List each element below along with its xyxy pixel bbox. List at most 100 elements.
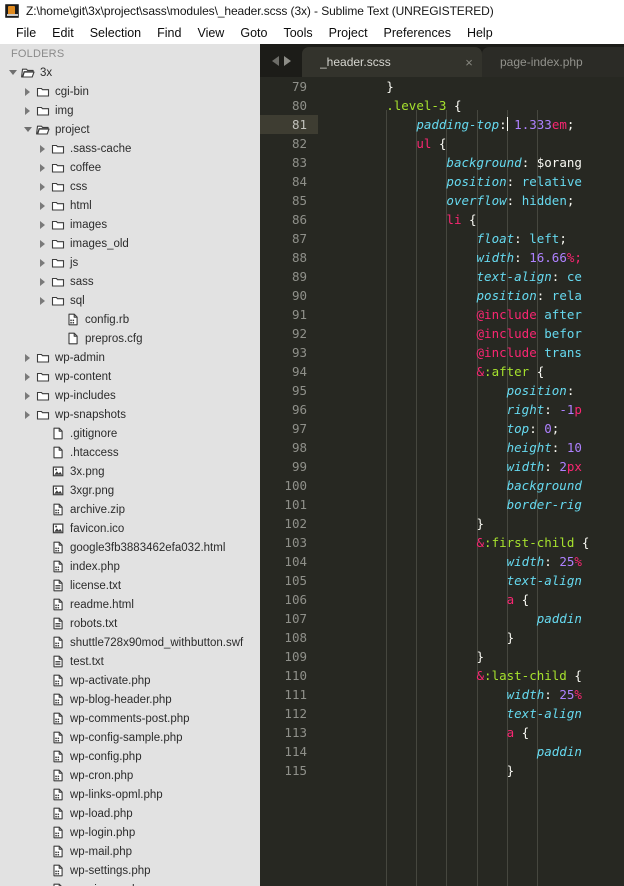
code-text[interactable]: @include befor — [318, 324, 624, 343]
code-line[interactable]: 86 li { — [260, 210, 624, 229]
code-text[interactable]: .level-3 { — [318, 96, 624, 115]
folder-row[interactable]: html — [0, 196, 260, 215]
code-text[interactable]: &:first-child { — [318, 533, 624, 552]
code-line[interactable]: 103 &:first-child { — [260, 533, 624, 552]
folder-row[interactable]: sql — [0, 291, 260, 310]
file-row[interactable]: archive.zip — [0, 500, 260, 519]
code-text[interactable]: ul { — [318, 134, 624, 153]
file-row[interactable]: wp-signup.php — [0, 880, 260, 886]
menu-item-file[interactable]: File — [8, 24, 44, 43]
code-text[interactable]: overflow: hidden; — [318, 191, 624, 210]
folder-row[interactable]: wp-snapshots — [0, 405, 260, 424]
code-line[interactable]: 107 paddin — [260, 609, 624, 628]
folder-row[interactable]: wp-content — [0, 367, 260, 386]
file-row[interactable]: 3x.png — [0, 462, 260, 481]
code-line[interactable]: 100 background — [260, 476, 624, 495]
code-text[interactable]: @include after — [318, 305, 624, 324]
code-text[interactable]: text-align: ce — [318, 267, 624, 286]
code-text[interactable]: height: 10 — [318, 438, 624, 457]
folder-row[interactable]: css — [0, 177, 260, 196]
chevron-right-icon[interactable] — [36, 221, 49, 229]
chevron-right-icon[interactable] — [36, 164, 49, 172]
code-text[interactable]: position: rela — [318, 286, 624, 305]
code-line[interactable]: 90 position: rela — [260, 286, 624, 305]
file-row[interactable]: wp-cron.php — [0, 766, 260, 785]
chevron-right-icon[interactable] — [36, 240, 49, 248]
code-text[interactable]: @include trans — [318, 343, 624, 362]
menu-item-view[interactable]: View — [189, 24, 232, 43]
file-row[interactable]: wp-config.php — [0, 747, 260, 766]
code-line[interactable]: 89 text-align: ce — [260, 267, 624, 286]
folder-row[interactable]: js — [0, 253, 260, 272]
code-text[interactable]: width: 2px — [318, 457, 624, 476]
code-line[interactable]: 115 } — [260, 761, 624, 780]
code-text[interactable]: width: 25% — [318, 552, 624, 571]
code-editor-area[interactable]: 79 } 80 .level-3 {81 padding-top: 1.333em… — [260, 77, 624, 886]
chevron-down-icon[interactable] — [21, 127, 34, 132]
tab-strip[interactable]: _header.scss ×page-index.php× — [302, 47, 624, 77]
code-text[interactable]: } — [318, 647, 624, 666]
code-text[interactable]: width: 16.66%; — [318, 248, 624, 267]
code-text[interactable]: right: -1p — [318, 400, 624, 419]
code-line[interactable]: 114 paddin — [260, 742, 624, 761]
folder-row[interactable]: wp-includes — [0, 386, 260, 405]
code-line[interactable]: 80 .level-3 { — [260, 96, 624, 115]
code-line[interactable]: 84 position: relative — [260, 172, 624, 191]
file-row[interactable]: wp-mail.php — [0, 842, 260, 861]
chevron-right-icon[interactable] — [36, 183, 49, 191]
file-row[interactable]: wp-activate.php — [0, 671, 260, 690]
code-text[interactable]: &:last-child { — [318, 666, 624, 685]
code-line[interactable]: 112 text-align — [260, 704, 624, 723]
code-line[interactable]: 91 @include after — [260, 305, 624, 324]
code-line[interactable]: 105 text-align — [260, 571, 624, 590]
file-row[interactable]: test.txt — [0, 652, 260, 671]
code-text[interactable]: background — [318, 476, 624, 495]
file-row[interactable]: wp-comments-post.php — [0, 709, 260, 728]
chevron-down-icon[interactable] — [6, 70, 19, 75]
code-line[interactable]: 97 top: 0; — [260, 419, 624, 438]
code-line[interactable]: 79 } — [260, 77, 624, 96]
file-row[interactable]: .gitignore — [0, 424, 260, 443]
file-row[interactable]: google3fb3883462efa032.html — [0, 538, 260, 557]
file-row[interactable]: favicon.ico — [0, 519, 260, 538]
file-row[interactable]: index.php — [0, 557, 260, 576]
code-line[interactable]: 104 width: 25% — [260, 552, 624, 571]
code-text[interactable]: padding-top: 1.333em; — [318, 115, 624, 134]
code-line[interactable]: 85 overflow: hidden; — [260, 191, 624, 210]
code-text[interactable]: border-rig — [318, 495, 624, 514]
menu-item-find[interactable]: Find — [149, 24, 189, 43]
file-row[interactable]: .htaccess — [0, 443, 260, 462]
folder-row[interactable]: 3x — [0, 63, 260, 82]
tab-nav-arrows[interactable] — [260, 44, 302, 77]
code-text[interactable]: top: 0; — [318, 419, 624, 438]
chevron-right-icon[interactable] — [36, 278, 49, 286]
code-line[interactable]: 113 a { — [260, 723, 624, 742]
code-text[interactable]: paddin — [318, 742, 624, 761]
menu-item-project[interactable]: Project — [321, 24, 376, 43]
code-line[interactable]: 95 position: — [260, 381, 624, 400]
code-text[interactable]: position: — [318, 381, 624, 400]
chevron-right-icon[interactable] — [36, 297, 49, 305]
code-line[interactable]: 94 &:after { — [260, 362, 624, 381]
folder-row[interactable]: sass — [0, 272, 260, 291]
folder-row[interactable]: cgi-bin — [0, 82, 260, 101]
code-text[interactable]: paddin — [318, 609, 624, 628]
code-line[interactable]: 108 } — [260, 628, 624, 647]
file-row[interactable]: wp-load.php — [0, 804, 260, 823]
code-line[interactable]: 87 float: left; — [260, 229, 624, 248]
file-row[interactable]: prepros.cfg — [0, 329, 260, 348]
code-line[interactable]: 92 @include befor — [260, 324, 624, 343]
folder-row[interactable]: wp-admin — [0, 348, 260, 367]
code-text[interactable]: } — [318, 761, 624, 780]
code-text[interactable]: text-align — [318, 571, 624, 590]
code-line[interactable]: 81 padding-top: 1.333em; — [260, 115, 624, 134]
chevron-right-icon[interactable] — [21, 354, 34, 362]
code-lines[interactable]: 79 } 80 .level-3 {81 padding-top: 1.333em… — [260, 77, 624, 780]
menu-item-tools[interactable]: Tools — [275, 24, 320, 43]
chevron-right-icon[interactable] — [36, 259, 49, 267]
file-row[interactable]: config.rb — [0, 310, 260, 329]
sidebar-tree[interactable]: 3x cgi-bin img project .sass-cache coffee css h… — [0, 63, 260, 886]
file-row[interactable]: robots.txt — [0, 614, 260, 633]
sidebar-folders-panel[interactable]: FOLDERS 3x cgi-bin img project .sass-cache co… — [0, 44, 260, 886]
close-icon[interactable]: × — [456, 56, 482, 69]
